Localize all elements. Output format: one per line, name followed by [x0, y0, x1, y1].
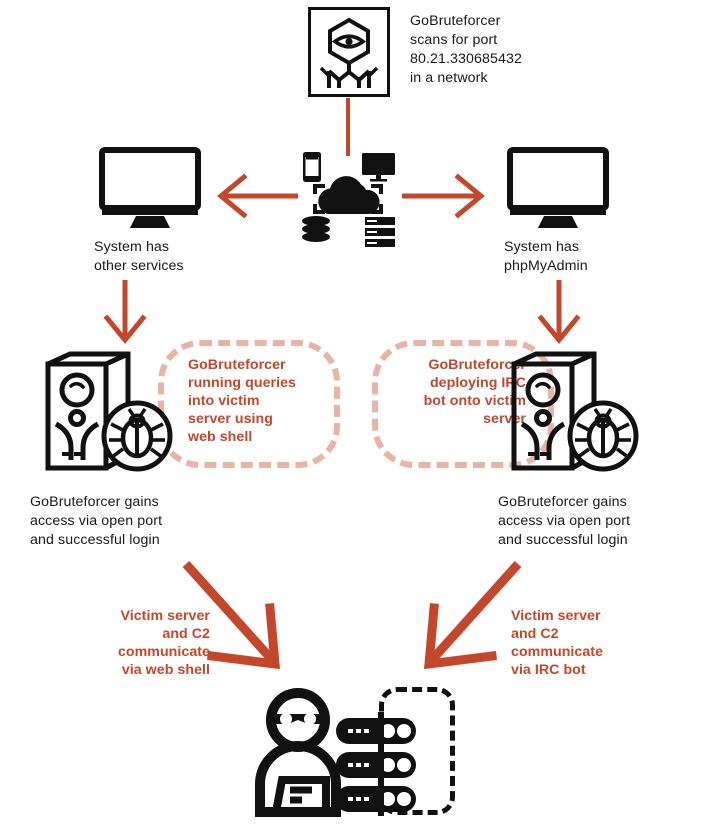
right-compromised-server-icon [510, 351, 640, 478]
scanner-bug-icon [319, 17, 379, 88]
arrow-network-to-right-system [402, 173, 485, 219]
left-c2-caption: Victim server and C2 communicate via web… [117, 608, 210, 678]
right-system-caption: System has phpMyAdmin [504, 239, 588, 274]
arrow-right-system-to-server [537, 280, 581, 344]
left-callout-text: GoBruteforcer running queries into victi… [188, 357, 296, 445]
arrow-network-to-left-system [217, 173, 298, 219]
attack-flow-diagram: GoBruteforcer scans for port 80.21.33068… [0, 0, 704, 826]
right-c2-caption: Victim server and C2 communicate via IRC… [511, 608, 604, 678]
left-compromised-server-icon [44, 351, 174, 478]
scanner-icon-frame [308, 7, 390, 97]
top-caption: GoBruteforcer scans for port 80.21.33068… [410, 13, 522, 86]
left-access-caption: GoBruteforcer gains access via open port… [30, 494, 163, 548]
right-desktop-monitor-icon [507, 147, 609, 230]
right-access-caption: GoBruteforcer gains access via open port… [498, 494, 631, 548]
cloud-network-icon [296, 150, 400, 247]
arrow-left-system-to-server [103, 280, 147, 344]
attacker-c2-server-icon [255, 688, 456, 817]
right-callout-text: GoBruteforcer deploying IRC bot onto vic… [423, 357, 526, 427]
left-desktop-monitor-icon [99, 147, 201, 230]
left-system-caption: System has other services [94, 239, 184, 274]
